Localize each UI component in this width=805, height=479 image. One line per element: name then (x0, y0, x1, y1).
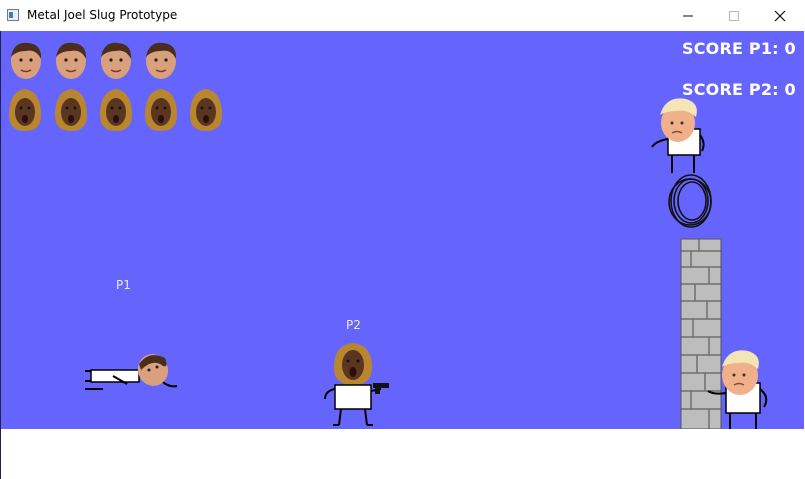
p2-label: P2 (346, 318, 361, 332)
p2-life-head-icon (189, 89, 223, 131)
p1-life-head-icon (11, 42, 42, 79)
game-canvas[interactable]: SCORE P1: 0 SCORE P2: 0 P1 P2 (1, 31, 804, 429)
p1-life-head-icon (101, 42, 132, 79)
app-icon (7, 9, 19, 21)
minimize-button[interactable] (665, 0, 711, 31)
window-bottom-area (1, 429, 804, 479)
p2-life-head-icon (8, 89, 42, 131)
close-icon (774, 10, 786, 21)
enemy-sprite-bottom (707, 350, 768, 429)
p2-life-head-icon (144, 89, 178, 131)
player-1-sprite (85, 354, 178, 390)
close-button[interactable] (757, 0, 803, 31)
p1-life-head-icon (56, 42, 87, 79)
window-title: Metal Joel Slug Prototype (27, 8, 178, 22)
window-titlebar[interactable]: Metal Joel Slug Prototype (0, 0, 805, 31)
p1-label: P1 (116, 278, 131, 292)
maximize-icon (729, 10, 739, 21)
p1-life-head-icon (146, 42, 177, 79)
p2-life-head-icon (99, 89, 133, 131)
player-2-sprite (324, 343, 389, 426)
minimize-icon (683, 15, 693, 16)
score-p1: SCORE P1: 0 (682, 39, 796, 58)
enemy-sprite-top (651, 98, 705, 173)
barbed-wire (668, 174, 712, 228)
maximize-button[interactable] (711, 0, 757, 31)
p2-life-head-icon (54, 89, 88, 131)
